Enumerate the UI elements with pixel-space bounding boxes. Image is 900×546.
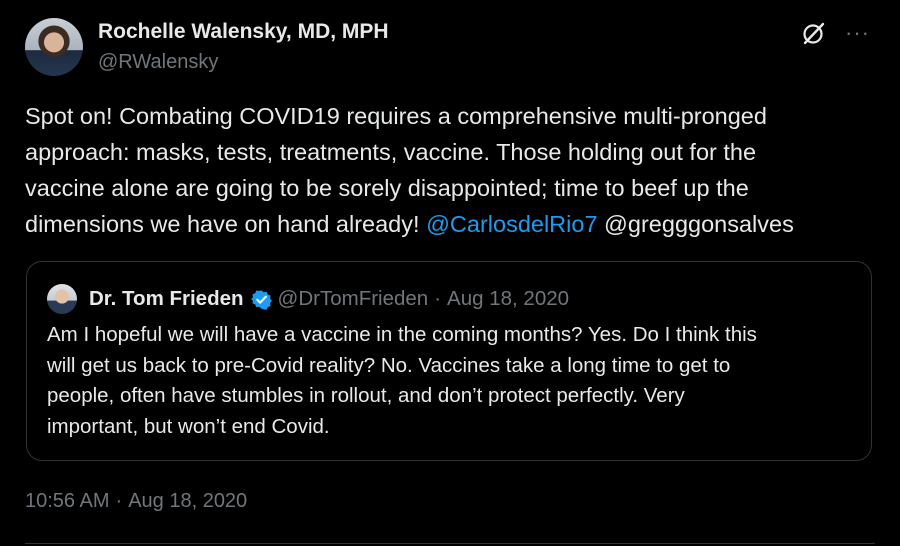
grok-icon[interactable] <box>801 20 827 46</box>
tweet-line: approach: masks, tests, treatments, vacc… <box>25 139 757 165</box>
author-name[interactable]: Rochelle Walensky, MD, MPH <box>98 18 389 46</box>
quoted-author-handle: @DrTomFrieden <box>277 287 429 310</box>
quoted-line: important, but won’t end Covid. <box>47 414 330 438</box>
tweet-time: 10:56 AM <box>25 490 110 512</box>
tweet-line: Spot on! Combating COVID19 requires a co… <box>25 103 767 129</box>
quoted-line: will get us back to pre-Covid reality? N… <box>47 353 731 377</box>
author-avatar[interactable] <box>25 18 83 76</box>
verified-badge-icon <box>250 289 272 310</box>
tweet-text: Spot on! Combating COVID19 requires a co… <box>25 98 875 242</box>
tweet-actions: ··· <box>801 20 870 46</box>
tweet-timestamp[interactable]: 10:56 AM · Aug 18, 2020 <box>25 486 247 516</box>
quoted-author-avatar <box>47 284 77 314</box>
mention-text: @gregggonsalves <box>597 211 794 237</box>
quoted-line: people, often have stumbles in rollout, … <box>47 384 685 407</box>
quoted-tweet-header: Dr. Tom Frieden @DrTomFrieden · Aug 18, … <box>89 284 569 314</box>
quoted-line: Am I hopeful we will have a vaccine in t… <box>47 323 757 346</box>
divider <box>25 543 875 544</box>
quoted-tweet-text: Am I hopeful we will have a vaccine in t… <box>47 320 857 442</box>
author-block: Rochelle Walensky, MD, MPH @RWalensky <box>98 18 389 76</box>
meta-separator: · <box>115 490 123 512</box>
quoted-tweet[interactable]: Dr. Tom Frieden @DrTomFrieden · Aug 18, … <box>26 261 872 461</box>
tweet-date: Aug 18, 2020 <box>128 490 248 512</box>
tweet-line: vaccine alone are going to be sorely dis… <box>25 175 749 201</box>
quoted-author-name: Dr. Tom Frieden <box>89 287 244 310</box>
quoted-separator: · <box>434 287 442 310</box>
author-handle[interactable]: @RWalensky <box>98 48 389 76</box>
quoted-date[interactable]: Aug 18, 2020 <box>447 284 569 314</box>
more-icon[interactable]: ··· <box>845 22 870 44</box>
mention-link[interactable]: @CarlosdelRio7 <box>426 211 597 237</box>
tweet-line-last: dimensions we have on hand already! @Car… <box>25 206 875 242</box>
tweet-line-text: dimensions we have on hand already! <box>25 211 427 237</box>
